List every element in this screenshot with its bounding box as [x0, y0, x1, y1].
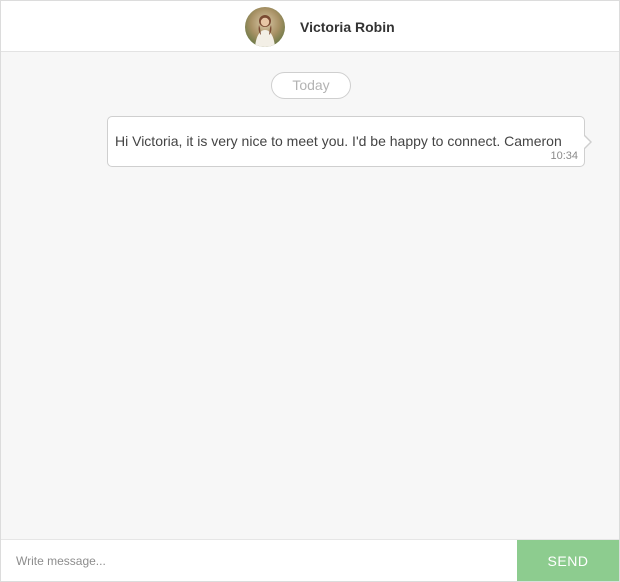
send-button[interactable]: SEND — [517, 540, 619, 581]
bubble-tail-inner — [583, 135, 590, 149]
message-text: Hi Victoria, it is very nice to meet you… — [115, 133, 562, 149]
contact-name: Victoria Robin — [300, 19, 395, 35]
avatar[interactable] — [245, 7, 285, 47]
message-composer: SEND — [1, 539, 619, 581]
user-photo-avatar-icon — [255, 15, 275, 47]
message-list: Today Hi Victoria, it is very nice to me… — [1, 52, 619, 539]
outgoing-message-bubble: Hi Victoria, it is very nice to meet you… — [107, 116, 592, 167]
message-timestamp: 10:34 — [550, 150, 578, 162]
date-separator: Today — [271, 72, 351, 99]
message-input[interactable] — [1, 540, 517, 581]
chat-window: Victoria Robin Today Hi Victoria, it is … — [0, 0, 620, 582]
chat-header: Victoria Robin — [1, 1, 619, 52]
